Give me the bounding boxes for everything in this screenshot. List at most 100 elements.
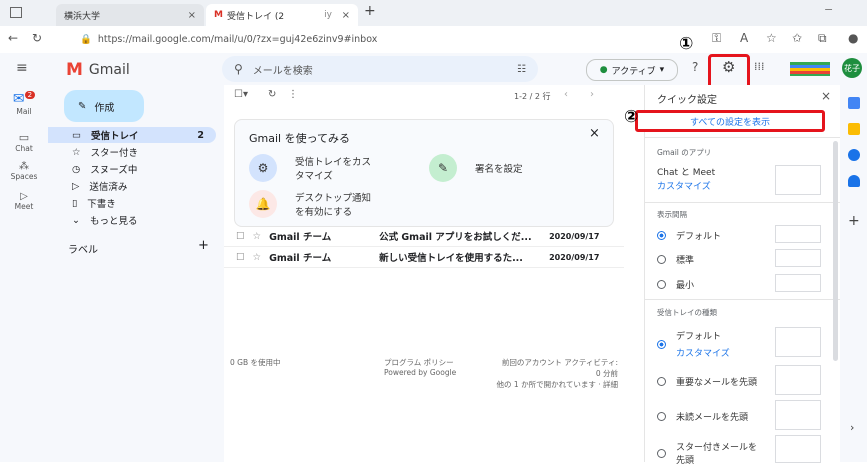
add-addon-icon[interactable]: + [848,213,860,229]
quick-settings-panel: クイック設定 × すべての設定を表示 Gmail のアプリ Chat と Mee… [635,85,841,466]
collections-icon[interactable]: ⧉ [818,31,827,46]
panel-scrollbar[interactable] [833,141,838,361]
nav-item-more[interactable]: ⌄ もっと見る [48,212,216,228]
help-icon[interactable]: ? [692,60,698,74]
bell-icon: 🔔 [249,190,277,218]
radio [657,280,666,289]
powered-text: Powered by Google [384,368,457,377]
nav-item-label: もっと見る [89,216,138,227]
reload-icon[interactable]: ↻ [268,89,276,100]
favorite-icon[interactable]: ☆ [766,31,777,45]
browser-tab-2[interactable]: M 受信トレイ (2 iy × [206,4,358,26]
activity-details-link[interactable]: 他の 1 か所で開かれています · 詳細 [444,379,618,390]
density-standard-option[interactable]: 標準 [657,253,694,266]
more-options-icon[interactable]: ⋮ [288,89,298,100]
contacts-icon[interactable] [848,175,860,187]
nav-item-snoozed[interactable]: ◷ スヌーズ中 [48,161,216,177]
gmail-logo[interactable]: M Gmail [66,60,130,80]
keep-icon[interactable] [848,123,860,135]
clock-icon: ◷ [72,163,81,175]
radio-selected [657,231,666,240]
inbox-default-thumb [775,327,821,357]
option-label: 未読メールを先頭 [676,413,749,423]
status-dropdown[interactable]: ● アクティブ ▾ [586,59,678,81]
main-menu-icon[interactable]: ≡ [16,60,28,76]
back-icon[interactable]: ← [8,31,18,45]
rail-spaces[interactable]: ⁂ Spaces [0,161,48,181]
section-heading: Gmail のアプリ [657,148,712,157]
close-tab-icon[interactable]: × [342,10,350,21]
reload-icon[interactable]: ↻ [32,31,42,45]
density-compact-option[interactable]: 最小 [657,278,694,291]
close-tab-icon[interactable]: × [188,10,196,21]
customize-inbox-item[interactable]: ⚙ 受信トレイをカス タマイズ [249,154,371,182]
set-signature-item[interactable]: ✎ 署名を設定 [429,154,523,182]
select-all-checkbox[interactable]: ☐▾ [234,89,248,100]
tab-user: iy [324,10,332,20]
organization-logo [790,62,830,76]
desktop-notify-item[interactable]: 🔔 デスクトップ通知 を有効にする [249,190,371,218]
email-sender: Gmail チーム [269,253,332,264]
next-page-icon[interactable]: › [590,89,594,100]
star-icon[interactable]: ☆ [253,231,262,242]
search-options-icon[interactable]: ☷ [517,64,526,75]
customize-link[interactable]: カスタマイズ [676,346,730,359]
star-icon[interactable]: ☆ [253,252,262,263]
rail-label: Chat [15,144,33,153]
rail-meet[interactable]: ▷ Meet [0,191,48,211]
browser-tab-1[interactable]: 横浜大学 × [56,4,204,26]
chevron-down-icon: ⌄ [72,214,80,226]
pagination-text: 1-2 / 2 行 [514,92,551,101]
expand-panel-icon[interactable]: › [850,421,854,434]
prev-page-icon[interactable]: ‹ [564,89,568,100]
calendar-icon[interactable] [848,97,860,109]
section-heading: 表示間隔 [657,210,687,219]
button-label: すべての設定を表示 [689,117,770,128]
option-label: 重要なメールを先頭 [676,378,758,388]
mail-list-pane: ☐▾ ↻ ⋮ 1-2 / 2 行 ‹ › Gmail を使ってみる × ⚙ 受信… [224,85,624,462]
nav-item-sent[interactable]: ▷ 送信済み [48,178,216,194]
nav-item-inbox[interactable]: ▭ 受信トレイ 2 [48,127,216,143]
rail-chat[interactable]: ▭ Chat [0,131,48,153]
favorites-bar-icon[interactable]: ✩ [792,31,802,45]
customize-link[interactable]: カスタマイズ [657,179,711,192]
inbox-unread-option[interactable]: 未読メールを先頭 [657,410,748,423]
new-tab-icon[interactable]: + [364,3,376,19]
close-icon[interactable]: × [589,126,600,141]
inbox-starred-option[interactable]: スター付きメールを 先頭 [657,440,757,466]
inbox-unread-thumb [775,400,821,430]
url-text: https://mail.google.com/mail/u/0/?zx=guj… [97,34,378,45]
nav-item-drafts[interactable]: ▯ 下書き [48,195,216,211]
add-label-button[interactable]: + [198,238,209,253]
row-checkbox[interactable]: ☐ [236,252,245,263]
inbox-default-option[interactable]: デフォルト カスタマイズ [657,329,730,359]
nav-item-starred[interactable]: ☆ スター付き [48,144,216,160]
inbox-important-option[interactable]: 重要なメールを先頭 [657,375,757,388]
tasks-icon[interactable] [848,149,860,161]
density-compact-thumb [775,274,821,292]
tab-actions-icon[interactable] [10,7,22,18]
email-row[interactable]: ☐ ☆ Gmail チーム 公式 Gmail アプリをお試しくだ... 2020… [224,226,624,247]
density-default-option[interactable]: デフォルト [657,229,721,242]
search-icon: ⚲ [234,62,243,76]
key-icon[interactable]: ⚿ [712,31,721,46]
option-label: 標準 [676,256,695,266]
compose-button[interactable]: ✎ 作成 [64,90,144,122]
gmail-m-icon: M [66,60,83,80]
apps-grid-icon[interactable]: ⁞⁞⁞ [754,60,765,73]
row-checkbox[interactable]: ☐ [236,231,245,242]
search-input[interactable]: ⚲ メールを検索 ☷ [222,56,538,82]
radio-selected [657,339,666,349]
see-all-settings-button[interactable]: すべての設定を表示 [635,110,825,132]
profile-icon[interactable]: ● [848,31,858,45]
minimize-icon[interactable]: − [824,3,833,16]
avatar[interactable]: 花子 [842,58,862,78]
close-icon[interactable]: × [821,89,831,103]
read-aloud-icon[interactable]: A [740,31,748,45]
email-row[interactable]: ☐ ☆ Gmail チーム 新しい受信トレイを使用するた... 2020/09/… [224,247,624,268]
lock-icon: 🔒 [80,34,92,45]
send-icon: ▷ [72,180,80,192]
policy-link[interactable]: プログラム ポリシー [384,357,454,368]
rail-mail[interactable]: ✉ 2 Mail [0,91,48,116]
url-field[interactable]: 🔒 https://mail.google.com/mail/u/0/?zx=gu… [80,30,680,49]
